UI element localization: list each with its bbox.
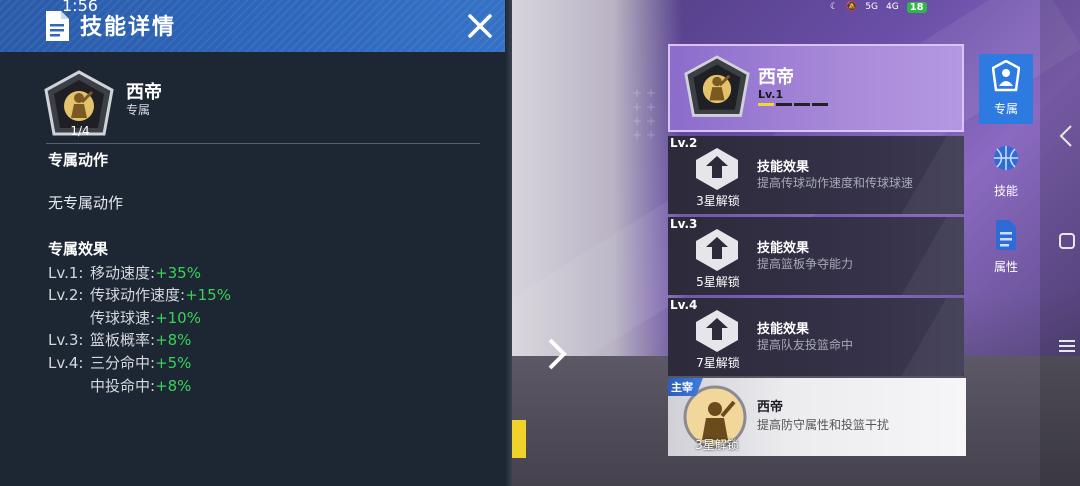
unlock-requirement: 3星解锁 — [695, 438, 739, 452]
effect-label: 传球球速: — [90, 309, 156, 327]
exclusive-action-text: 无专属动作 — [48, 194, 124, 212]
status-time: 1:56 — [62, 0, 98, 15]
level-segment — [758, 103, 774, 106]
tab-label: 属性 — [993, 260, 1018, 274]
skill-title: 西帝 — [757, 400, 784, 415]
effect-value: +10% — [155, 309, 201, 327]
effect-label: 篮板概率: — [90, 331, 156, 349]
close-icon — [468, 14, 492, 38]
effect-row: 中投命中:+8% — [48, 375, 191, 396]
exclusive-action-heading: 专属动作 — [48, 151, 109, 169]
locked-skill-icon — [696, 148, 738, 190]
status-icons: ☾ 🔕 5G 4G 18 — [830, 0, 927, 14]
document-icon — [996, 220, 1016, 250]
effect-value: +8% — [155, 377, 192, 395]
skill-title: 技能效果 — [757, 322, 810, 337]
tab-label: 专属 — [993, 102, 1018, 116]
basketball-icon — [994, 146, 1018, 170]
signal-4g: 4G — [886, 2, 899, 12]
skill-description: 提高篮板争夺能力 — [757, 257, 854, 271]
skill-detail-panel: 技能详情 1/4 西帝 专属 专属动作 无专属动作 专属效果 Lv.1: 移动速度… — [0, 0, 512, 486]
player-silhouette-icon — [992, 60, 1020, 92]
card-decor — [901, 298, 964, 376]
unlock-requirement: 3星解锁 — [696, 194, 740, 208]
effect-label: 中投命中: — [90, 377, 156, 395]
menu-icon[interactable] — [1058, 338, 1076, 354]
mute-icon: 🔕 — [846, 2, 858, 12]
chevron-right-icon[interactable] — [545, 336, 569, 372]
skill-description: 提高传球动作速度和传球球速 — [757, 176, 914, 190]
home-icon[interactable] — [1058, 232, 1076, 250]
player-level: Lv.1 — [758, 88, 784, 101]
skill-card[interactable]: Lv.2 3星解锁 技能效果 提高传球动作速度和传球球速 — [668, 136, 964, 214]
effect-level: Lv.1: — [48, 264, 84, 282]
player-card[interactable]: 西帝 Lv.1 — [668, 44, 964, 132]
effect-row: Lv.1: 移动速度:+35% — [48, 262, 201, 283]
level-progress-bar — [758, 103, 828, 106]
moon-icon: ☾ — [830, 2, 839, 12]
tab-exclusive[interactable]: 专属 — [979, 54, 1033, 124]
divider — [46, 143, 480, 144]
level-segment — [794, 103, 810, 106]
badge-count: 1/4 — [70, 124, 90, 138]
skill-card[interactable]: Lv.4 7星解锁 技能效果 提高队友投篮命中 — [668, 298, 964, 376]
level-segment — [776, 103, 792, 106]
tab-label: 技能 — [993, 184, 1018, 198]
player-tag: 专属 — [126, 103, 151, 117]
effect-label: 移动速度: — [90, 264, 156, 282]
effect-value: +35% — [155, 264, 201, 282]
close-button[interactable] — [462, 8, 498, 44]
player-badge-icon — [684, 55, 750, 117]
effect-level: Lv.2: — [48, 286, 84, 304]
effect-level: Lv.3: — [48, 331, 84, 349]
signal-5g: 5G — [865, 2, 878, 12]
exclusive-effect-heading: 专属效果 — [48, 240, 109, 258]
effect-level: Lv.4: — [48, 354, 84, 372]
effect-value: +5% — [155, 354, 192, 372]
star-skill-card[interactable]: 主宰 3星解锁 西帝 提高防守属性和投篮干扰 — [668, 378, 966, 456]
level-segment — [812, 103, 828, 106]
tab-skills[interactable]: 技能 — [979, 136, 1033, 206]
back-icon[interactable] — [1058, 124, 1074, 148]
player-name: 西帝 — [758, 67, 794, 88]
effect-label: 传球动作速度: — [90, 286, 186, 304]
background-yellow-marker — [512, 420, 526, 458]
effect-value: +8% — [155, 331, 192, 349]
effect-row: Lv.2: 传球动作速度:+15% — [48, 284, 231, 305]
battery-level: 18 — [906, 1, 927, 13]
skill-title: 技能效果 — [757, 160, 810, 175]
skill-description: 提高防守属性和投篮干扰 — [757, 418, 890, 432]
tab-attributes[interactable]: 属性 — [979, 212, 1033, 282]
skill-title: 技能效果 — [757, 241, 810, 256]
effect-value: +15% — [185, 286, 231, 304]
decor-plus-grid: ++ ++ ++ ++ — [632, 86, 661, 142]
effect-row: Lv.3: 篮板概率:+8% — [48, 329, 191, 350]
panel-edge — [505, 0, 512, 486]
skill-description: 提高队友投篮命中 — [757, 338, 854, 352]
unlock-requirement: 7星解锁 — [696, 356, 740, 370]
skill-card[interactable]: Lv.3 5星解锁 技能效果 提高篮板争夺能力 — [668, 217, 964, 295]
effect-row: Lv.4: 三分命中:+5% — [48, 352, 191, 373]
effect-label: 三分命中: — [90, 354, 156, 372]
card-decor — [901, 217, 964, 295]
locked-skill-icon — [696, 310, 738, 352]
effect-row: 传球球速:+10% — [48, 307, 201, 328]
unlock-requirement: 5星解锁 — [696, 275, 740, 289]
locked-skill-icon — [696, 229, 738, 271]
